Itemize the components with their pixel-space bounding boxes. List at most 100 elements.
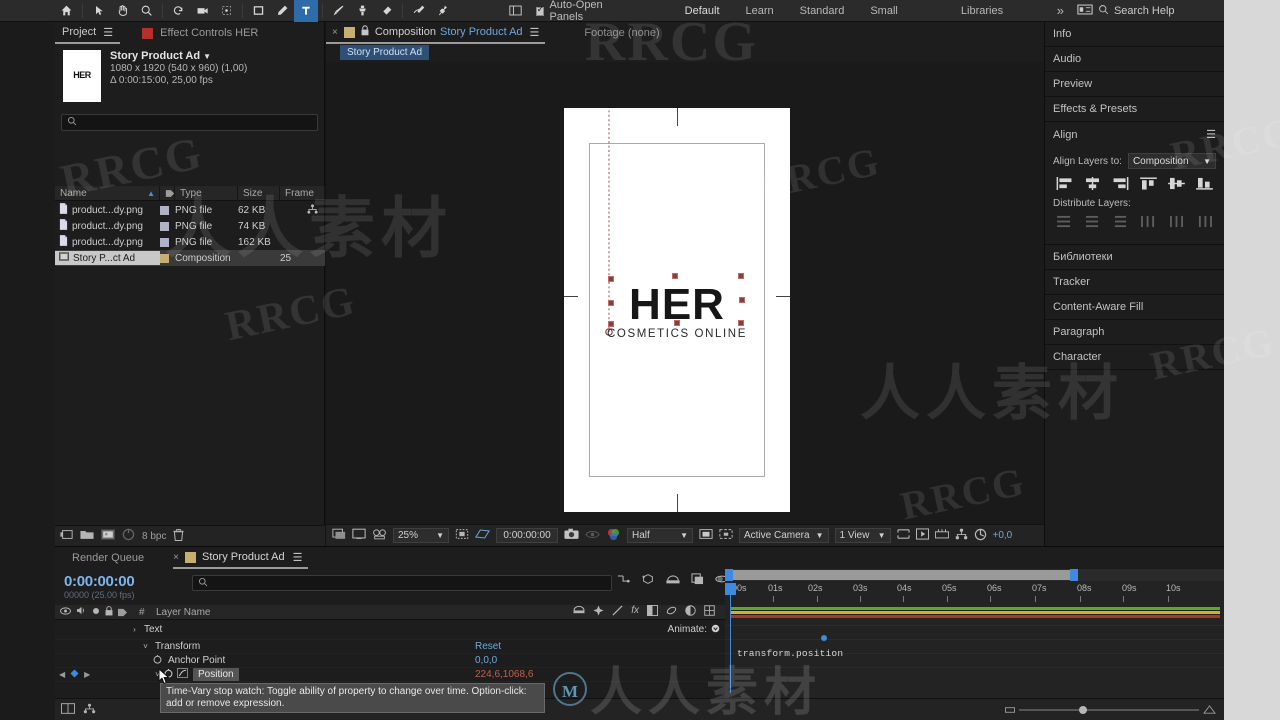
take-snapshot-icon[interactable] — [564, 528, 579, 543]
next-keyframe-icon[interactable]: ▶ — [84, 670, 90, 679]
graph-editor-toggle-icon[interactable] — [177, 668, 188, 681]
motion-blur-icon[interactable] — [666, 605, 677, 619]
close-icon[interactable]: × — [332, 27, 338, 38]
align-right-button[interactable] — [1109, 175, 1131, 192]
delete-icon[interactable] — [173, 528, 185, 544]
panel-libraries[interactable]: Библиотеки — [1045, 245, 1224, 270]
collapse-transformations-icon[interactable] — [593, 605, 604, 619]
panel-menu-icon[interactable]: ☰ — [103, 26, 120, 39]
chevron-down-icon[interactable]: ▼ — [203, 52, 211, 61]
list-item[interactable]: product...dy.png PNG file 162 KB — [55, 234, 325, 250]
keyframe-marker[interactable] — [821, 635, 827, 641]
brush-tool[interactable] — [327, 0, 351, 22]
close-icon[interactable]: × — [173, 552, 179, 563]
timeline-row-anchor-point[interactable]: Anchor Point 0,0,0 — [55, 654, 725, 668]
layer-duration-bar-yellow[interactable] — [731, 611, 1220, 614]
new-composition-icon[interactable] — [101, 529, 115, 543]
show-snapshot-icon[interactable] — [585, 529, 600, 543]
work-area-bar[interactable] — [725, 569, 1224, 581]
panel-tracker[interactable]: Tracker — [1045, 270, 1224, 295]
bit-depth-label[interactable]: 8 bpc — [142, 531, 166, 542]
list-item[interactable]: Story P...ct Ad Composition 25 — [55, 250, 325, 266]
workspace-small-screen[interactable]: Small Screen — [857, 0, 948, 39]
selection-handle[interactable] — [672, 273, 678, 279]
toggle-transparency-grid-icon[interactable] — [332, 528, 346, 543]
timeline-graph-area[interactable]: 00s 01s 02s 03s 04s 05s 06s 07s 08s 09s — [725, 569, 1224, 698]
list-item[interactable]: product...dy.png PNG file 62 KB — [55, 202, 325, 218]
fast-previews-icon[interactable] — [915, 528, 929, 543]
panel-preview[interactable]: Preview — [1045, 72, 1224, 97]
stopwatch-icon[interactable] — [153, 654, 162, 667]
composition-canvas[interactable]: HER COSMETICS ONLINE — [564, 108, 790, 512]
time-ruler[interactable]: 00s 01s 02s 03s 04s 05s 06s 07s 08s 09s — [725, 583, 1224, 605]
animate-menu-icon[interactable] — [711, 624, 720, 636]
work-area-end-handle[interactable] — [1070, 569, 1078, 581]
panel-info[interactable]: Info — [1045, 22, 1224, 47]
previous-keyframe-icon[interactable]: ◀ — [59, 670, 65, 679]
zoom-tool[interactable] — [134, 0, 158, 22]
distribute-horizontal-center-button[interactable] — [1166, 213, 1188, 230]
exposure-value[interactable]: +0,0 — [993, 530, 1013, 541]
timeline-row-position[interactable]: ◀ ▶ ˅ Position 224,6,1068,6 — [55, 668, 725, 682]
roto-brush-tool[interactable] — [407, 0, 431, 22]
current-time-indicator[interactable] — [730, 583, 731, 693]
effects-icon[interactable]: fx — [631, 605, 639, 619]
column-label-icon[interactable] — [160, 185, 175, 201]
panel-paragraph[interactable]: Paragraph — [1045, 320, 1224, 345]
selection-tool[interactable] — [87, 0, 111, 22]
tab-project[interactable]: Project ☰ — [55, 23, 121, 44]
current-time-indicator-head[interactable] — [725, 583, 736, 595]
project-settings-icon[interactable] — [122, 528, 135, 544]
panel-menu-icon[interactable]: ☰ — [1206, 128, 1216, 141]
timeline-search-input[interactable] — [192, 575, 612, 591]
list-item[interactable]: product...dy.png PNG file 74 KB — [55, 218, 325, 234]
selection-handle[interactable] — [739, 297, 745, 303]
new-folder-icon[interactable] — [80, 529, 94, 543]
comp-flowchart-icon[interactable] — [955, 528, 968, 543]
current-time-display[interactable]: 0:00:00:00 — [64, 573, 135, 590]
label-column-icon[interactable] — [117, 605, 139, 620]
panel-menu-icon[interactable]: ☰ — [530, 26, 540, 39]
panel-character[interactable]: Character — [1045, 345, 1224, 370]
workspace-default[interactable]: Default — [672, 0, 733, 22]
eraser-tool[interactable] — [374, 0, 398, 22]
disclosure-triangle-icon[interactable]: ˅ — [141, 642, 150, 651]
lock-icon[interactable] — [361, 25, 369, 39]
work-area-fill[interactable] — [731, 570, 1071, 580]
toggle-switches-modes-icon[interactable] — [61, 702, 75, 717]
workspace-standard[interactable]: Standard — [787, 0, 858, 22]
column-framerate[interactable]: Frame Ra... — [280, 185, 325, 201]
align-top-button[interactable] — [1138, 175, 1160, 192]
selection-handle[interactable] — [674, 320, 680, 326]
selection-handle[interactable] — [608, 276, 614, 282]
distribute-bottom-button[interactable] — [1109, 213, 1131, 230]
workspace-libraries[interactable]: Libraries — [948, 0, 1016, 22]
timeline-icon[interactable] — [934, 528, 949, 543]
region-of-interest-icon[interactable] — [699, 528, 713, 543]
3d-layer-icon[interactable] — [704, 605, 715, 619]
lock-icon[interactable] — [105, 605, 113, 619]
column-index[interactable]: # — [139, 607, 156, 618]
disclosure-triangle-icon[interactable]: › — [130, 625, 139, 634]
timeline-row-text[interactable]: › Text Animate: — [55, 620, 725, 640]
tab-effect-controls[interactable]: Effect Controls HER — [153, 27, 265, 39]
adjustment-layer-icon[interactable] — [685, 605, 696, 619]
home-icon[interactable] — [54, 0, 78, 22]
distribute-right-button[interactable] — [1194, 213, 1216, 230]
exposure-reset-icon[interactable] — [974, 528, 987, 544]
frame-blending-icon[interactable] — [647, 605, 658, 619]
align-bottom-button[interactable] — [1194, 175, 1216, 192]
workspace-learn[interactable]: Learn — [733, 0, 787, 22]
layer-duration-bar-green[interactable] — [731, 607, 1220, 610]
panel-audio[interactable]: Audio — [1045, 47, 1224, 72]
selection-handle[interactable] — [608, 321, 614, 327]
toggle-transparency-icon[interactable] — [719, 528, 733, 543]
panel-menu-icon[interactable]: ☰ — [293, 551, 309, 564]
property-value[interactable]: 224,6,1068,6 — [475, 669, 725, 680]
distribute-top-button[interactable] — [1053, 213, 1075, 230]
composition-viewport[interactable]: HER COSMETICS ONLINE — [326, 62, 1044, 546]
align-horizontal-center-button[interactable] — [1081, 175, 1103, 192]
pixel-aspect-correction-icon[interactable] — [896, 528, 910, 543]
column-type[interactable]: Type — [175, 185, 238, 201]
toggle-3d-view-icon[interactable] — [474, 528, 491, 543]
